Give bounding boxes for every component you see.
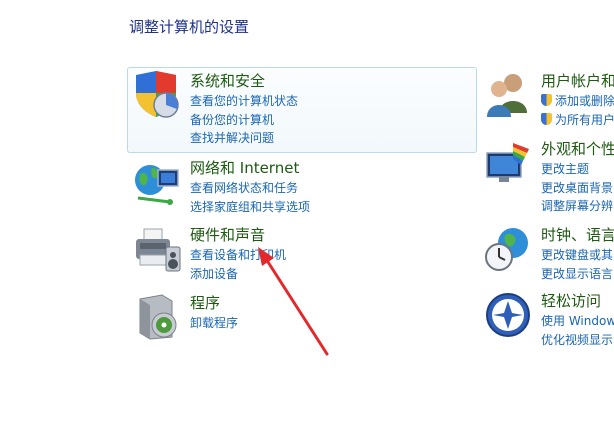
annotation-arrow [258,247,329,356]
